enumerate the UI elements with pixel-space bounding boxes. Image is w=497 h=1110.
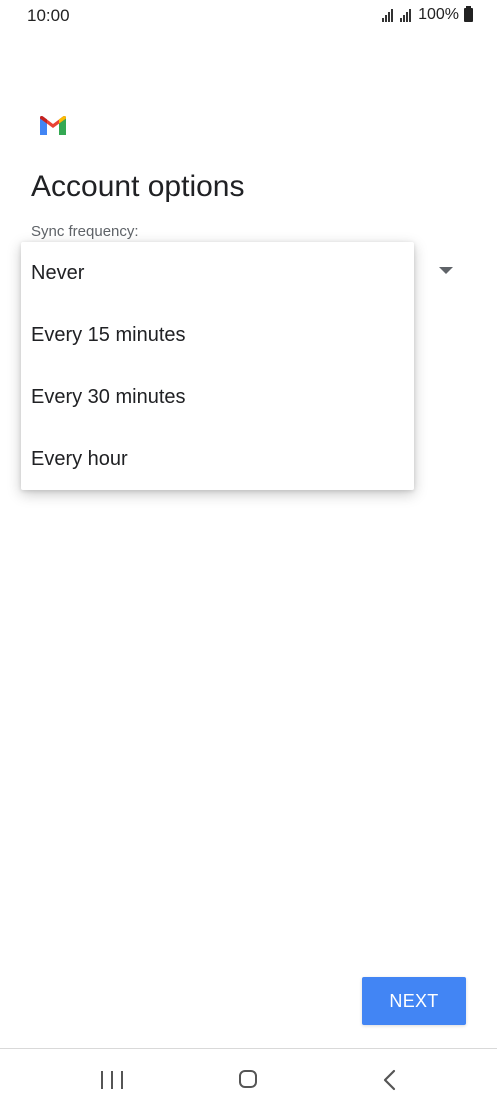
navigation-bar: [0, 1049, 497, 1110]
page-title: Account options: [31, 170, 245, 203]
status-bar: 10:00 100%: [0, 0, 497, 34]
status-icons: 100%: [382, 6, 473, 24]
status-time: 10:00: [27, 6, 70, 25]
signal-icon: [382, 8, 394, 22]
signal-icon-2: [400, 8, 412, 22]
recents-icon[interactable]: [101, 1071, 123, 1089]
sync-frequency-dropdown-menu: Never Every 15 minutes Every 30 minutes …: [21, 242, 414, 490]
battery-icon: [464, 6, 473, 22]
option-every-30-minutes[interactable]: Every 30 minutes: [21, 366, 414, 428]
option-every-15-minutes[interactable]: Every 15 minutes: [21, 304, 414, 366]
option-every-hour[interactable]: Every hour: [21, 428, 414, 490]
home-icon[interactable]: [239, 1070, 257, 1088]
sync-frequency-label: Sync frequency:: [31, 223, 139, 240]
battery-percent: 100%: [418, 6, 459, 23]
gmail-m-icon: [40, 116, 66, 135]
next-button[interactable]: NEXT: [362, 977, 466, 1025]
dropdown-arrow-icon[interactable]: [439, 267, 453, 274]
back-icon[interactable]: [380, 1069, 400, 1091]
option-never[interactable]: Never: [21, 242, 414, 304]
